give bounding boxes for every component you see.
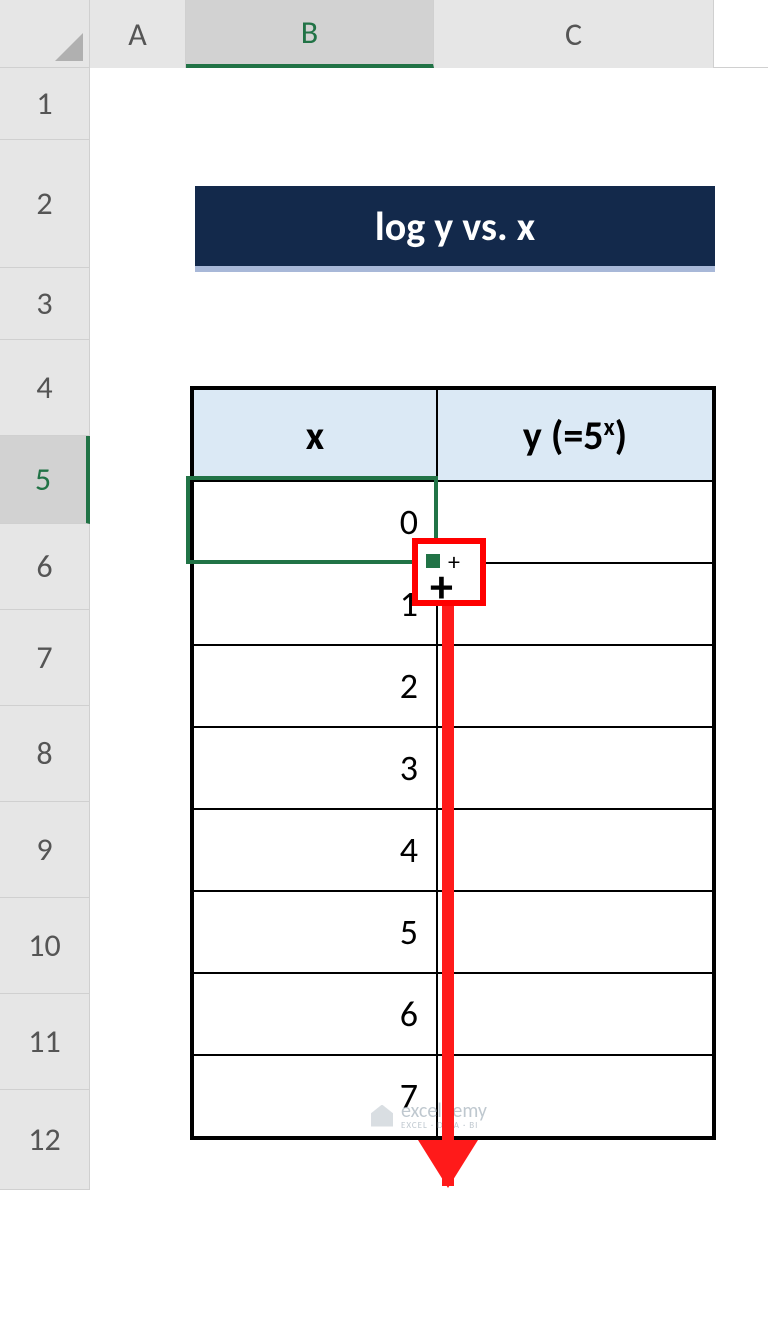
row-header-12[interactable]: 12: [0, 1090, 90, 1190]
row-header-9[interactable]: 9: [0, 802, 90, 898]
row-header-6[interactable]: 6: [0, 524, 90, 610]
row-header-4[interactable]: 4: [0, 340, 90, 436]
y-prefix: y (=5: [523, 411, 604, 460]
row-header-5[interactable]: 5: [0, 436, 90, 524]
row-header-3[interactable]: 3: [0, 268, 90, 340]
select-all-corner[interactable]: [0, 0, 90, 68]
fill-handle-cursor-icon[interactable]: + +: [418, 544, 480, 600]
table-header-y: y (=5x): [437, 389, 713, 481]
cursor-plus-icon: +: [430, 564, 453, 610]
chart-title-banner: log y vs. x: [195, 186, 715, 266]
row-header-2[interactable]: 2: [0, 140, 90, 268]
row-header-10[interactable]: 10: [0, 898, 90, 994]
row-header-7[interactable]: 7: [0, 610, 90, 706]
table-cell-x[interactable]: 5: [193, 891, 437, 973]
sheet-cells-area[interactable]: log y vs. x x y (=5x) 01234567 + +: [90, 68, 768, 1190]
table-cell-x[interactable]: 1: [193, 563, 437, 645]
table-cell-y[interactable]: [437, 973, 713, 1055]
row-header-11[interactable]: 11: [0, 994, 90, 1090]
table-cell-x[interactable]: 0: [193, 481, 437, 563]
watermark: exceldemy EXCEL · DATA · BI: [371, 1101, 487, 1130]
table-cell-x[interactable]: 3: [193, 727, 437, 809]
table-cell-y[interactable]: [437, 891, 713, 973]
y-superscript: x: [604, 413, 615, 442]
table-header-x: x: [193, 389, 437, 481]
table-cell-y[interactable]: [437, 645, 713, 727]
table-cell-x[interactable]: 2: [193, 645, 437, 727]
table-cell-x[interactable]: 4: [193, 809, 437, 891]
table-cell-x[interactable]: 6: [193, 973, 437, 1055]
col-header-C[interactable]: C: [434, 0, 714, 68]
col-header-A[interactable]: A: [90, 0, 186, 68]
y-suffix: ): [615, 411, 627, 460]
row-header-1[interactable]: 1: [0, 68, 90, 140]
fill-handle-highlight: + +: [412, 538, 486, 606]
col-header-B[interactable]: B: [186, 0, 434, 68]
row-header-8[interactable]: 8: [0, 706, 90, 802]
autofill-drag-arrow-icon: [442, 606, 454, 1186]
table-cell-y[interactable]: [437, 727, 713, 809]
table-cell-y[interactable]: [437, 809, 713, 891]
watermark-logo-icon: [371, 1105, 393, 1127]
